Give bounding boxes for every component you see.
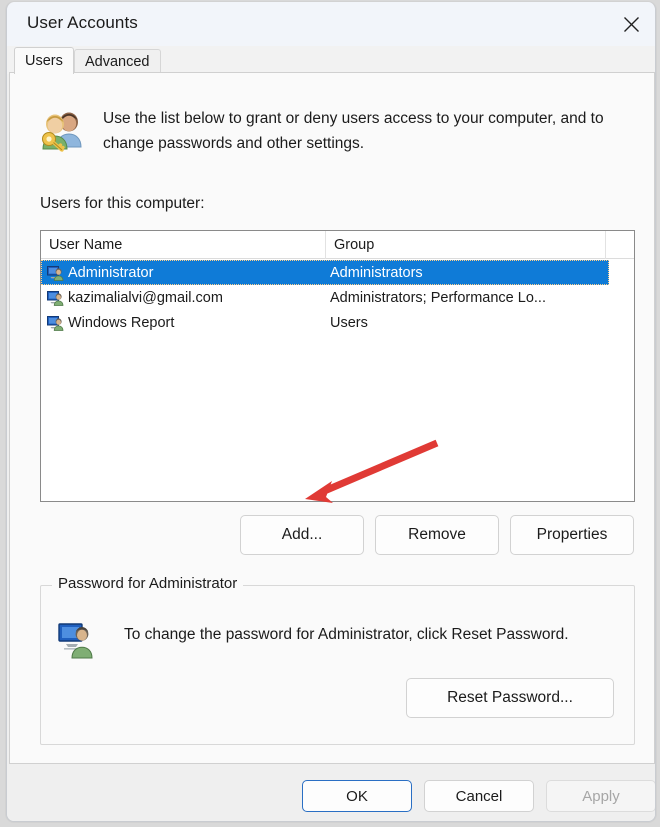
properties-button[interactable]: Properties (510, 515, 634, 555)
users-list[interactable]: User Name Group Administrator Administra… (40, 230, 635, 502)
users-list-label: Users for this computer: (40, 195, 205, 212)
list-header: User Name Group (41, 231, 634, 259)
tab-strip: Users Advanced (7, 46, 655, 74)
column-header-extra[interactable] (606, 231, 634, 259)
row-group: Administrators (330, 264, 423, 281)
close-button[interactable] (605, 2, 655, 46)
row-user-name: Windows Report (68, 314, 175, 331)
user-account-icon (47, 265, 64, 281)
table-row[interactable]: kazimalialvi@gmail.com Administrators; P… (41, 285, 634, 310)
window-title: User Accounts (27, 13, 138, 32)
page-description: Use the list below to grant or deny user… (103, 110, 604, 152)
cancel-button[interactable]: Cancel (424, 780, 534, 812)
remove-button[interactable]: Remove (375, 515, 499, 555)
reset-password-button[interactable]: Reset Password... (406, 678, 614, 718)
row-user-name: Administrator (68, 264, 154, 281)
user-account-icon (47, 290, 64, 306)
user-accounts-dialog: User Accounts Users Advanced Use the lis… (6, 2, 656, 822)
row-user-name: kazimalialvi@gmail.com (68, 289, 223, 306)
column-header-user-name[interactable]: User Name (41, 231, 326, 259)
add-button[interactable]: Add... (240, 515, 364, 555)
password-group-box (40, 585, 635, 745)
table-row[interactable]: Administrator Administrators (41, 260, 609, 285)
ok-button[interactable]: OK (302, 780, 412, 812)
column-header-group[interactable]: Group (326, 231, 606, 259)
row-group: Administrators; Performance Lo... (330, 289, 546, 306)
user-account-icon (47, 315, 64, 331)
tab-users-label: Users (25, 53, 63, 69)
tab-users[interactable]: Users (14, 47, 74, 74)
tab-advanced-label: Advanced (85, 54, 150, 70)
apply-button: Apply (546, 780, 655, 812)
title-bar: User Accounts (7, 2, 655, 46)
password-group-text: To change the password for Administrator… (124, 626, 569, 643)
row-group: Users (330, 314, 368, 331)
password-group-title: Password for Administrator (52, 575, 244, 592)
tab-advanced[interactable]: Advanced (74, 49, 161, 74)
close-icon (623, 16, 640, 33)
table-row[interactable]: Windows Report Users (41, 310, 634, 335)
users-key-icon (36, 103, 88, 155)
user-account-icon (57, 619, 97, 659)
